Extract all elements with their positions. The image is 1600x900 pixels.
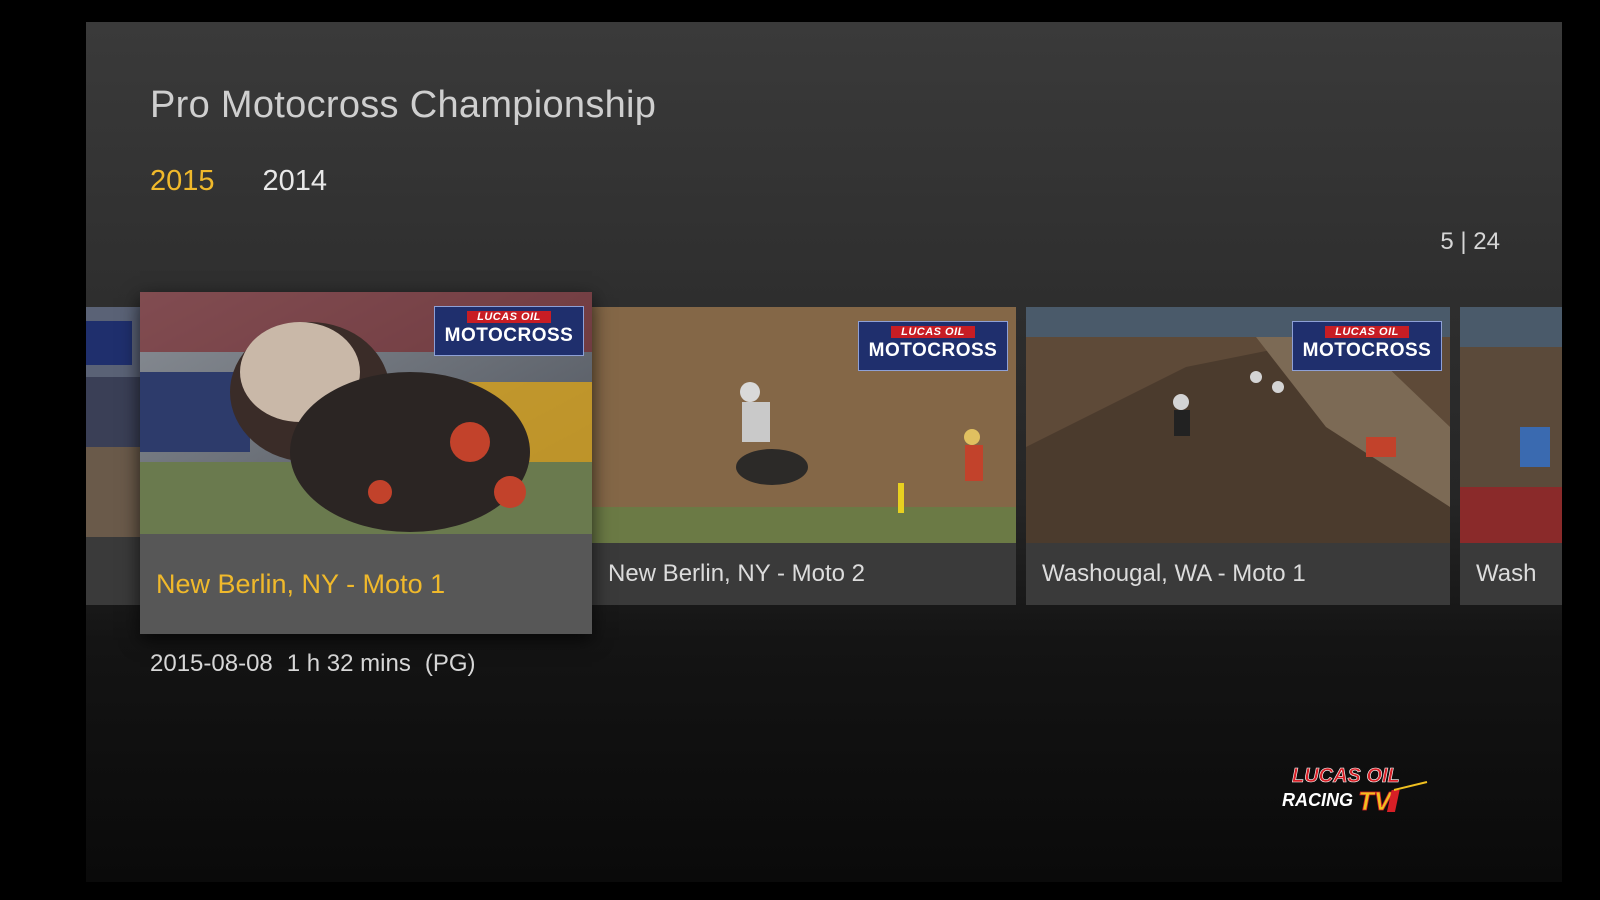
item-counter: 5 | 24 bbox=[1440, 228, 1500, 255]
video-card-partial-left[interactable] bbox=[86, 307, 140, 605]
video-thumbnail bbox=[1460, 307, 1562, 543]
tab-2014[interactable]: 2014 bbox=[263, 165, 328, 198]
motocross-badge: LUCAS OIL MOTOCROSS bbox=[858, 321, 1008, 371]
air-date: 2015-08-08 bbox=[150, 650, 273, 677]
badge-line2: MOTOCROSS bbox=[868, 340, 998, 361]
video-title: Washougal, WA - Moto 1 bbox=[1026, 543, 1450, 605]
rating: (PG) bbox=[424, 650, 476, 677]
thumbnail-image bbox=[1460, 307, 1562, 543]
video-card-washougal-moto-1[interactable]: LUCAS OIL MOTOCROSS Washougal, WA - Moto… bbox=[1026, 307, 1450, 605]
motocross-badge: LUCAS OIL MOTOCROSS bbox=[434, 306, 584, 356]
badge-line2: MOTOCROSS bbox=[1302, 340, 1432, 361]
logo-line2: RACING bbox=[1282, 790, 1353, 810]
video-title: New Berlin, NY - Moto 1 bbox=[140, 534, 592, 634]
thumbnail-image bbox=[86, 307, 140, 605]
lucas-oil-racing-tv-logo: LUCAS OIL RACING TV bbox=[1282, 760, 1432, 818]
motocross-badge: LUCAS OIL MOTOCROSS bbox=[1292, 321, 1442, 371]
video-card-partial-right[interactable]: Wash bbox=[1460, 307, 1562, 605]
video-carousel[interactable]: LUCAS OIL MOTOCROSS New Berlin, NY - Mot… bbox=[86, 292, 1562, 634]
tab-2015[interactable]: 2015 bbox=[150, 165, 215, 198]
badge-line1: LUCAS OIL bbox=[467, 311, 551, 323]
video-details: 2015-08-08 1 h 32 mins (PG) bbox=[150, 650, 476, 678]
video-card-new-berlin-moto-1[interactable]: LUCAS OIL MOTOCROSS New Berlin, NY - Mot… bbox=[140, 292, 592, 634]
video-title: New Berlin, NY - Moto 2 bbox=[592, 543, 1016, 605]
video-thumbnail: LUCAS OIL MOTOCROSS bbox=[592, 307, 1016, 543]
video-thumbnail bbox=[86, 307, 140, 605]
season-tabs: 2015 2014 bbox=[150, 165, 327, 198]
page-title: Pro Motocross Championship bbox=[150, 84, 657, 126]
video-title: Wash bbox=[1460, 543, 1562, 605]
video-card-new-berlin-moto-2[interactable]: LUCAS OIL MOTOCROSS New Berlin, NY - Mot… bbox=[592, 307, 1016, 605]
badge-line2: MOTOCROSS bbox=[444, 325, 574, 346]
tv-screen: Pro Motocross Championship 2015 2014 5 |… bbox=[86, 22, 1562, 882]
logo-icon: LUCAS OIL RACING TV bbox=[1282, 765, 1428, 816]
video-thumbnail: LUCAS OIL MOTOCROSS bbox=[140, 292, 592, 534]
logo-line1: LUCAS OIL bbox=[1292, 765, 1400, 787]
badge-line1: LUCAS OIL bbox=[1325, 326, 1409, 338]
duration: 1 h 32 mins bbox=[286, 650, 411, 677]
badge-line1: LUCAS OIL bbox=[891, 326, 975, 338]
video-thumbnail: LUCAS OIL MOTOCROSS bbox=[1026, 307, 1450, 543]
